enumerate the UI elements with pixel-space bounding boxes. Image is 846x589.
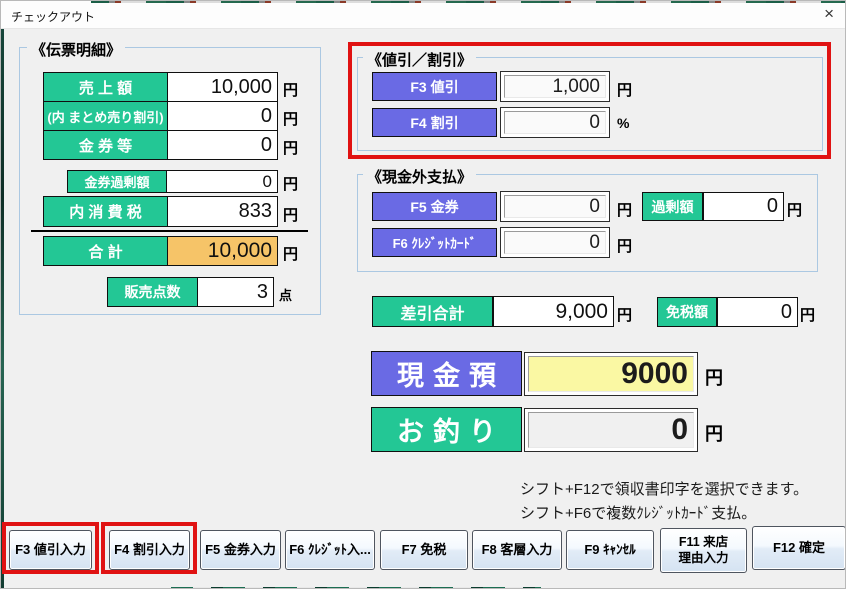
f5-voucher-label: F5 金券 <box>372 192 497 221</box>
inner-tax-value: 833 <box>167 196 278 227</box>
items-count-value: 3 <box>197 277 274 307</box>
voucher-excess-value: 0 <box>166 170 278 193</box>
total-value: 10,000 <box>167 236 278 266</box>
cash-received-label: 現金預 <box>371 351 522 396</box>
voucher-excess-unit: 円 <box>283 176 299 193</box>
button-f6-credit-entry[interactable]: F6 ｸﾚｼﾞｯﾄ入... <box>285 530 375 570</box>
f4-rate-unit: % <box>617 115 630 131</box>
tax-free-label: 免税額 <box>657 297 717 327</box>
change-display: 0 <box>524 408 698 452</box>
f6-credit-label: F6 ｸﾚｼﾞｯﾄｶｰﾄﾞ <box>372 228 497 257</box>
f5-voucher-unit: 円 <box>617 202 633 219</box>
f3-discount-unit: 円 <box>617 82 633 99</box>
f6-credit-unit: 円 <box>617 238 633 255</box>
tax-free-unit: 円 <box>800 307 816 324</box>
button-f3-discount-entry[interactable]: F3 値引入力 <box>9 530 92 570</box>
checkout-dialog: チェックアウト × 《伝票明細》 売 上 額 10,000 円 (内 まとめ売り… <box>0 0 846 589</box>
close-icon[interactable]: × <box>824 4 834 24</box>
items-count-label: 販売点数 <box>107 277 198 307</box>
change-unit: 円 <box>705 424 723 444</box>
net-total-unit: 円 <box>617 307 633 324</box>
title-bar: チェックアウト × <box>1 1 845 29</box>
bundle-discount-value: 0 <box>167 101 278 131</box>
excess-amount-unit: 円 <box>787 202 803 219</box>
cash-received-value: 9000 <box>528 356 694 392</box>
total-separator-line <box>31 230 308 232</box>
sales-amount-unit: 円 <box>283 82 299 99</box>
button-f8-customer-segment[interactable]: F8 客層入力 <box>472 530 562 570</box>
button-f11-visit-reason[interactable]: F11 来店 理由入力 <box>660 528 747 573</box>
f3-discount-value: 1,000 <box>504 75 606 98</box>
button-f4-rate-entry[interactable]: F4 割引入力 <box>109 530 190 570</box>
button-f5-voucher-entry[interactable]: F5 金券入力 <box>200 530 281 570</box>
bundle-discount-label: (内 まとめ売り割引) <box>43 101 168 131</box>
f5-voucher-input[interactable]: 0 <box>500 191 610 222</box>
cash-received-unit: 円 <box>705 368 723 388</box>
f6-credit-value: 0 <box>504 231 606 254</box>
f4-rate-value: 0 <box>504 111 606 134</box>
excess-amount-value: 0 <box>703 192 784 221</box>
inner-tax-label: 内 消 費 税 <box>43 196 168 227</box>
f6-credit-input[interactable]: 0 <box>500 227 610 258</box>
net-total-value: 9,000 <box>493 296 614 327</box>
f5-voucher-value: 0 <box>504 195 606 218</box>
button-f9-cancel[interactable]: F9 ｷｬﾝｾﾙ <box>566 530 654 570</box>
f4-rate-label: F4 割引 <box>372 108 497 137</box>
vouchers-unit: 円 <box>283 140 299 157</box>
button-f12-confirm[interactable]: F12 確定 <box>752 526 845 570</box>
total-label: 合 計 <box>43 236 168 266</box>
items-count-unit: 点 <box>279 288 293 303</box>
slip-section-title: 《伝票明細》 <box>27 39 126 60</box>
window-title: チェックアウト <box>11 10 96 24</box>
screen-artifact-top <box>91 1 845 3</box>
hint-multi-credit: シフト+F6で複数ｸﾚｼﾞｯﾄｶｰﾄﾞ支払。 <box>520 505 757 522</box>
tax-free-value: 0 <box>717 297 798 327</box>
total-unit: 円 <box>283 246 299 263</box>
excess-amount-label: 過剰額 <box>642 192 703 221</box>
screen-artifact-left <box>1 29 4 588</box>
voucher-excess-label: 金券過剰額 <box>67 170 167 193</box>
noncash-section-title: 《現金外支払》 <box>363 166 477 187</box>
sales-amount-label: 売 上 額 <box>43 72 168 102</box>
button-f7-tax-free[interactable]: F7 免税 <box>380 530 468 570</box>
f3-discount-label: F3 値引 <box>372 72 497 101</box>
vouchers-value: 0 <box>167 130 278 160</box>
vouchers-label: 金 券 等 <box>43 130 168 160</box>
cash-received-input[interactable]: 9000 <box>524 352 698 396</box>
bundle-discount-unit: 円 <box>283 111 299 128</box>
change-label: お釣り <box>371 407 522 452</box>
inner-tax-unit: 円 <box>283 207 299 224</box>
sales-amount-value: 10,000 <box>167 72 278 102</box>
f4-rate-input[interactable]: 0 <box>500 107 610 138</box>
discount-section-title: 《値引／割引》 <box>363 49 477 70</box>
change-value: 0 <box>528 412 694 448</box>
f3-discount-input[interactable]: 1,000 <box>500 71 610 102</box>
net-total-label: 差引合計 <box>372 296 493 327</box>
hint-receipt-print: シフト+F12で領収書印字を選択できます。 <box>520 481 809 498</box>
